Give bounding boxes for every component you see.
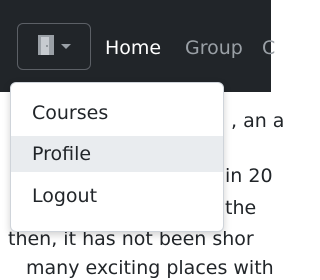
nav-link-group[interactable]: Group <box>185 36 243 60</box>
nav-menu-toggle-button[interactable] <box>17 23 91 70</box>
content-text-line: , an a <box>231 110 285 132</box>
door-icon <box>37 34 54 59</box>
content-text-line: in 20 <box>225 165 273 187</box>
menu-item-logout[interactable]: Logout <box>11 178 223 214</box>
chevron-down-icon <box>60 44 71 49</box>
navbar: Home Group C <box>0 0 275 92</box>
nav-link-truncated[interactable]: C <box>262 36 275 60</box>
menu-item-profile[interactable]: Profile <box>11 136 223 172</box>
menu-item-courses[interactable]: Courses <box>11 95 223 131</box>
content-text-line: the <box>225 197 257 219</box>
content-text-line: many exciting places with <box>26 257 274 279</box>
nav-link-home[interactable]: Home <box>105 36 161 60</box>
user-dropdown-menu: Courses Profile Logout <box>10 82 224 232</box>
